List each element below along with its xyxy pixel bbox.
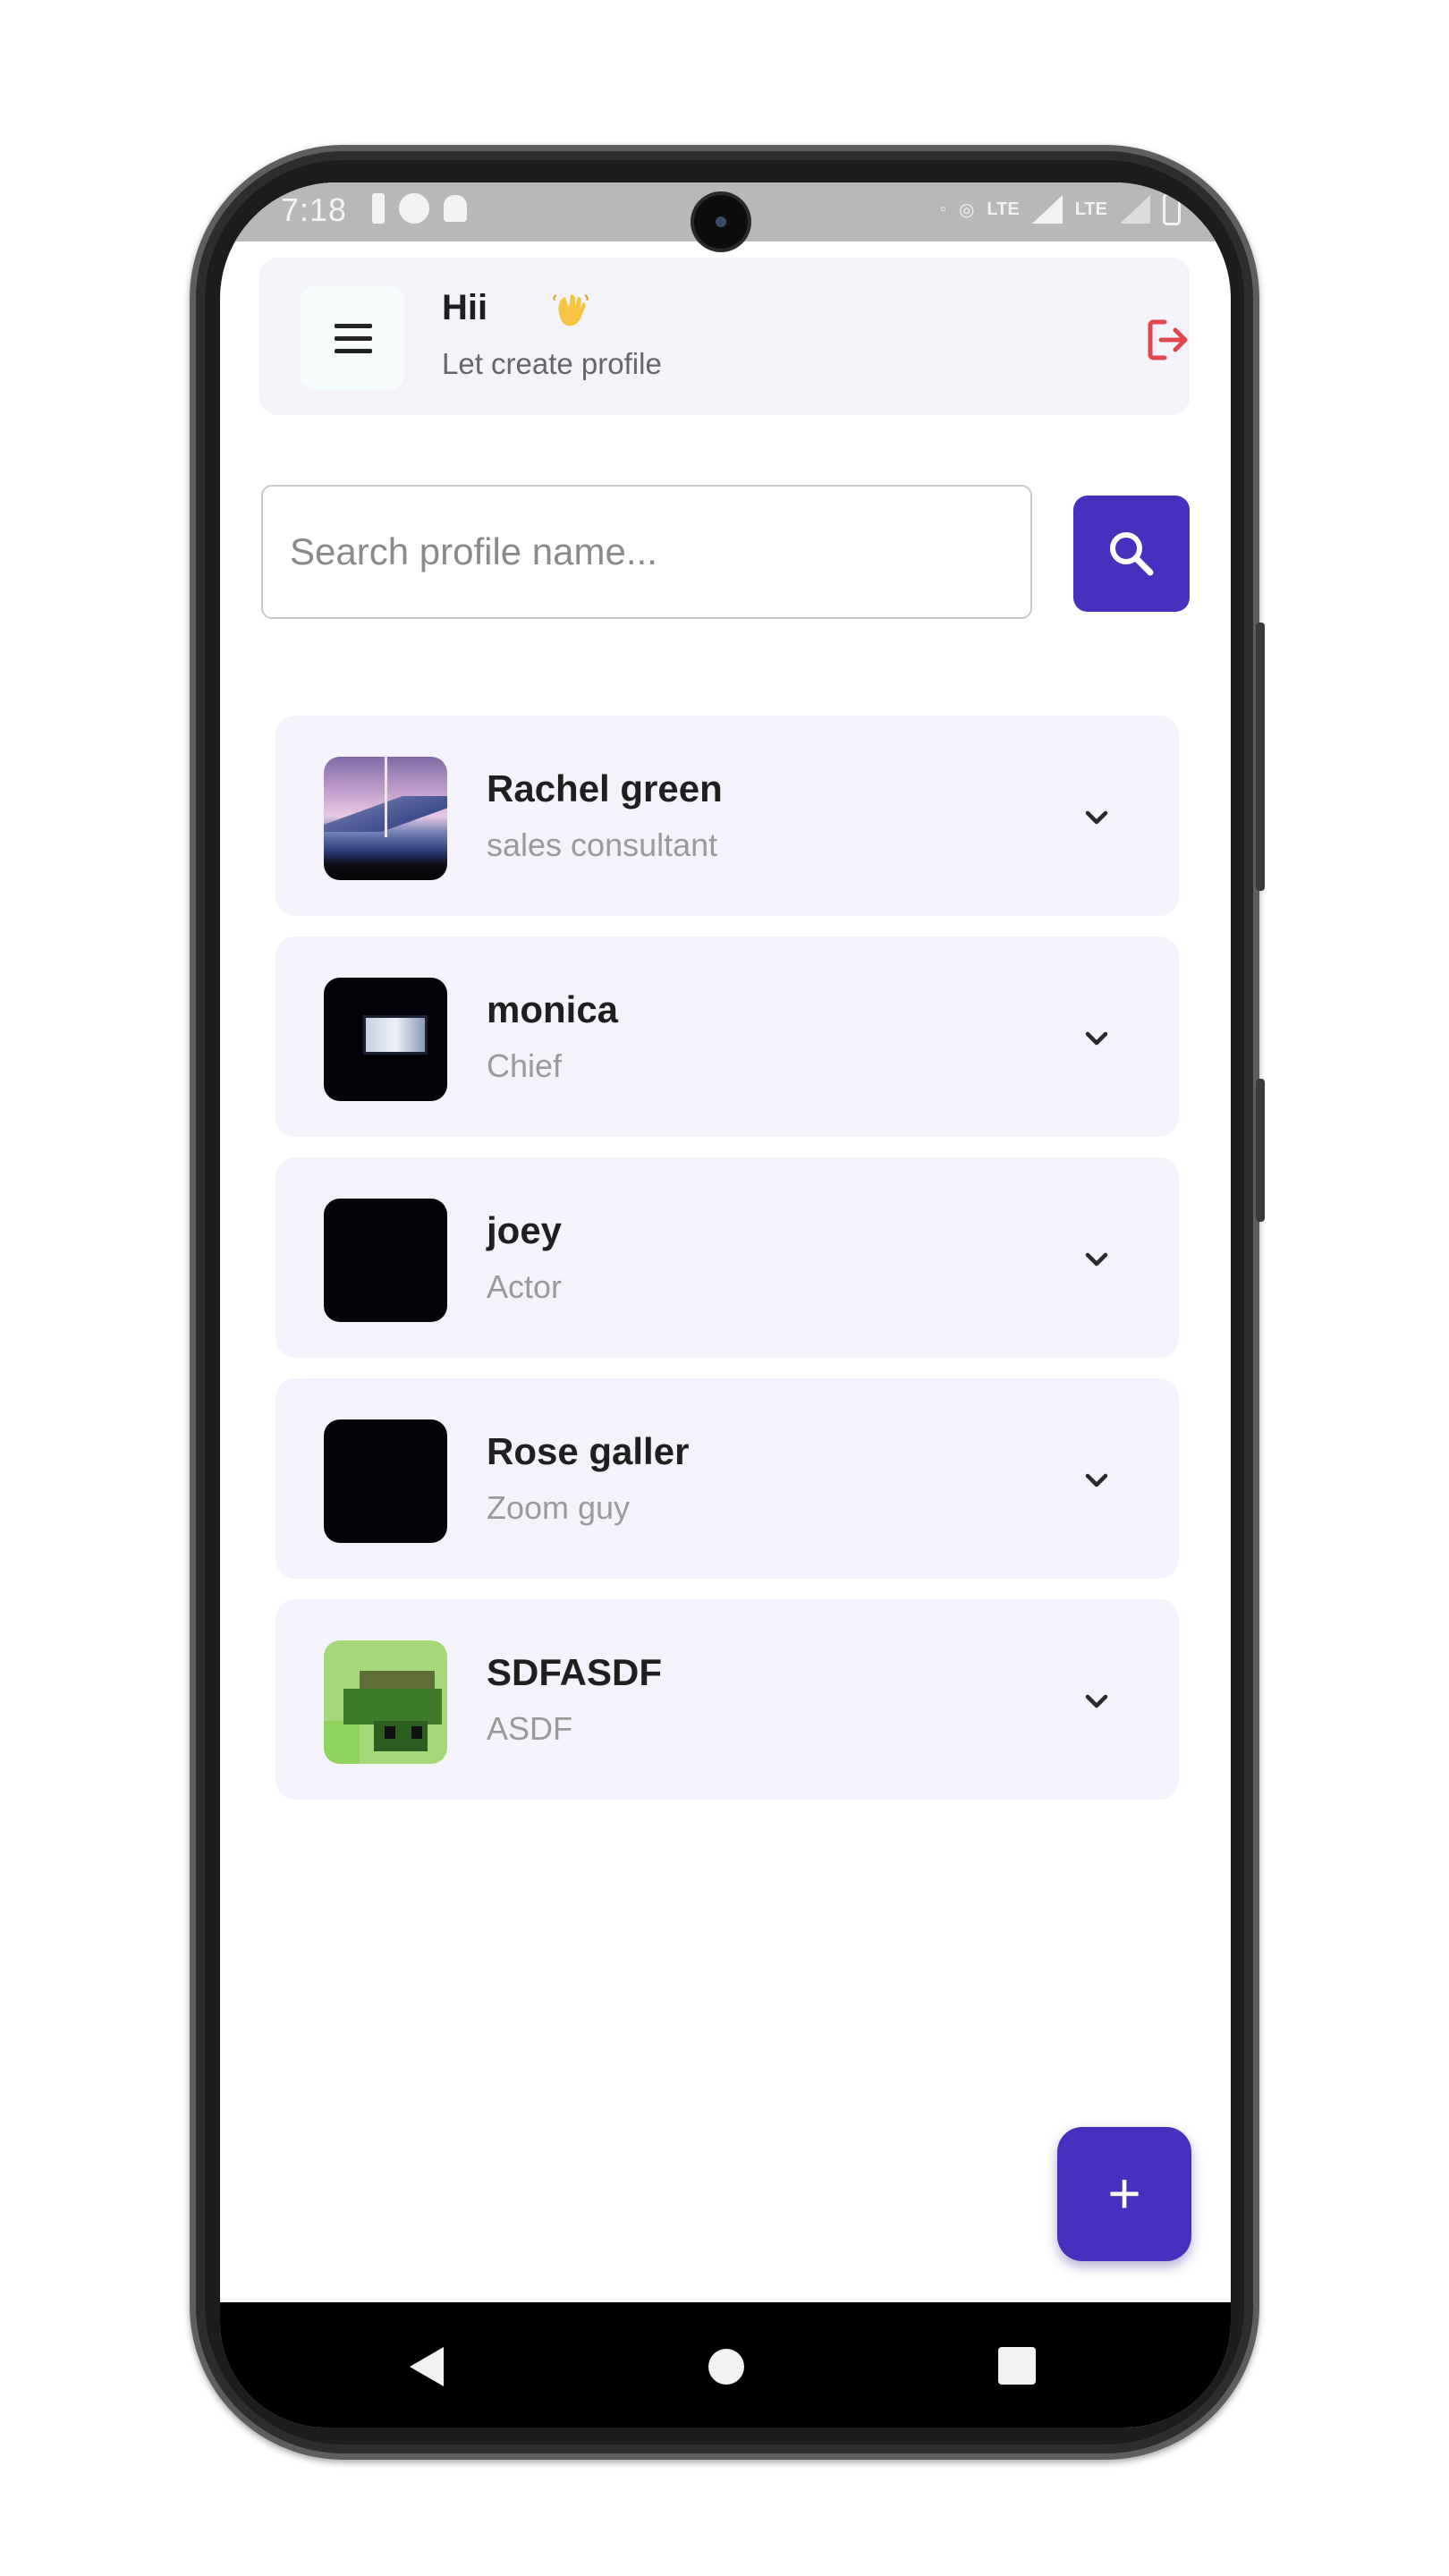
search-button[interactable]	[1073, 496, 1190, 612]
profile-name: joey	[487, 1209, 563, 1251]
avatar	[324, 978, 447, 1101]
profile-item[interactable]: monica Chief	[275, 936, 1179, 1137]
recents-icon[interactable]	[998, 2347, 1036, 2385]
avatar	[324, 757, 447, 880]
battery-icon	[1163, 193, 1181, 225]
home-icon[interactable]	[708, 2349, 744, 2385]
front-camera	[694, 195, 748, 249]
pixel	[360, 1671, 435, 1689]
menu-line	[335, 349, 372, 353]
chevron-down-icon[interactable]	[1080, 801, 1113, 834]
logout-icon[interactable]	[1143, 315, 1193, 365]
add-label: +	[1107, 2161, 1141, 2225]
chevron-down-icon[interactable]	[1080, 1022, 1113, 1055]
hotspot-icon: ◎	[958, 199, 975, 220]
profile-name: Rose galler	[487, 1430, 690, 1472]
phone-icon	[399, 193, 429, 224]
hamburger-menu-button[interactable]	[301, 286, 404, 390]
header-card: Hii Let create profile	[259, 258, 1190, 415]
pixel	[324, 1721, 360, 1764]
signal-icon	[1031, 195, 1063, 224]
avatar	[324, 1199, 447, 1322]
power-button	[1256, 1079, 1265, 1222]
menu-line	[335, 324, 372, 328]
status-time: 7:18	[281, 191, 348, 228]
android-icon	[444, 195, 467, 222]
profile-role: Zoom guy	[487, 1489, 631, 1526]
profile-name: monica	[487, 988, 619, 1030]
pixel	[411, 1726, 422, 1739]
signal-weak-icon	[1120, 195, 1150, 224]
avatar	[324, 1419, 447, 1543]
back-icon[interactable]	[410, 2347, 444, 2386]
menu-line	[335, 336, 372, 341]
profile-role: sales consultant	[487, 826, 718, 863]
profile-role: Actor	[487, 1268, 563, 1305]
battery-saver-icon	[372, 193, 385, 224]
avatar	[324, 1640, 447, 1764]
lte-icon: LTE	[987, 199, 1020, 219]
add-profile-button[interactable]: +	[1057, 2127, 1191, 2261]
pixel	[343, 1689, 442, 1724]
pixel	[385, 1726, 395, 1739]
lte-signal-icon: LTE	[1074, 199, 1107, 219]
greeting-title: Hii	[442, 288, 488, 327]
profile-role: ASDF	[487, 1710, 573, 1747]
profile-item[interactable]: joey Actor	[275, 1157, 1179, 1358]
profile-item[interactable]: Rachel green sales consultant	[275, 716, 1179, 916]
profile-list: Rachel green sales consultant monica Chi…	[275, 716, 1179, 1820]
chevron-down-icon[interactable]	[1080, 1685, 1113, 1717]
status-right-icons: ◦ ◎ LTE LTE	[940, 193, 1181, 225]
profile-item[interactable]: SDFASDF ASDF	[275, 1599, 1179, 1800]
greeting-subtitle: Let create profile	[442, 347, 662, 380]
profile-name: Rachel green	[487, 767, 723, 809]
status-left-icons	[372, 193, 467, 224]
search-icon	[1110, 532, 1154, 576]
app-screen: 7:18 ◦ ◎ LTE LTE Hii Let create profile …	[220, 182, 1231, 2428]
navigation-bar	[220, 2302, 1231, 2428]
avatar-screen-art	[363, 1015, 428, 1055]
chevron-down-icon[interactable]	[1080, 1464, 1113, 1496]
volte-icon: ◦	[939, 199, 946, 219]
chevron-down-icon[interactable]	[1080, 1243, 1113, 1275]
waving-hand-icon	[553, 294, 589, 326]
profile-role: Chief	[487, 1047, 563, 1084]
volume-button	[1256, 623, 1265, 891]
search-input[interactable]	[261, 485, 1032, 619]
profile-name: SDFASDF	[487, 1651, 663, 1693]
profile-item[interactable]: Rose galler Zoom guy	[275, 1378, 1179, 1579]
